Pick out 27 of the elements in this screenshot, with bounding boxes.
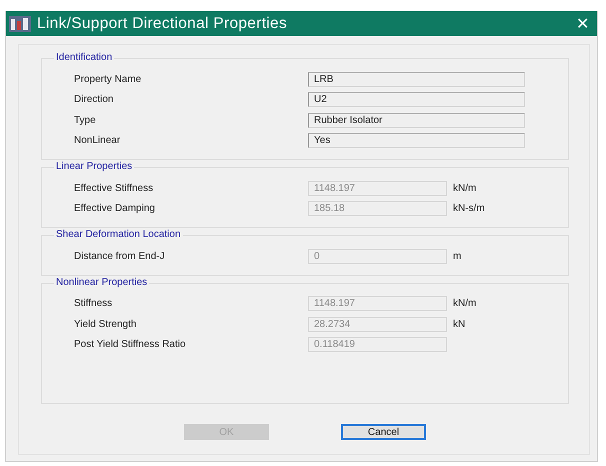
field-label: Property Name: [73, 74, 142, 85]
field-label: Type: [73, 114, 97, 126]
group-title: Shear Deformation Location: [54, 229, 183, 240]
field-label: Effective Damping: [73, 203, 156, 214]
field-label: NonLinear: [73, 135, 122, 146]
group-title: Nonlinear Properties: [54, 276, 150, 288]
group-title: Identification: [54, 52, 114, 63]
field-label: Yield Strength: [73, 318, 138, 330]
window-title: Link/Support Directional Properties: [37, 14, 288, 32]
field-label: Effective Stiffness: [73, 182, 154, 194]
field-label: Post Yield Stiffness Ratio: [73, 339, 187, 350]
app-icon: [9, 16, 31, 32]
field-label: Direction: [73, 94, 114, 106]
dialog-button[interactable]: Cancel: [341, 424, 426, 440]
input-field[interactable]: Yes: [308, 133, 525, 148]
input-field[interactable]: LRB: [308, 72, 525, 87]
unit-label: kN-s/m: [453, 203, 485, 214]
unit-label: kN/m: [453, 182, 476, 194]
unit-label: kN/m: [453, 298, 476, 310]
unit-label: m: [453, 250, 462, 262]
unit-label: kN: [453, 318, 466, 330]
field-label: Distance from End-J: [73, 250, 166, 262]
input-field[interactable]: Rubber Isolator: [308, 112, 525, 128]
close-button[interactable]: ✕: [576, 14, 589, 34]
group-title: Linear Properties: [54, 161, 134, 172]
field-label: Stiffness: [73, 298, 114, 310]
input-field[interactable]: U2: [308, 92, 525, 108]
